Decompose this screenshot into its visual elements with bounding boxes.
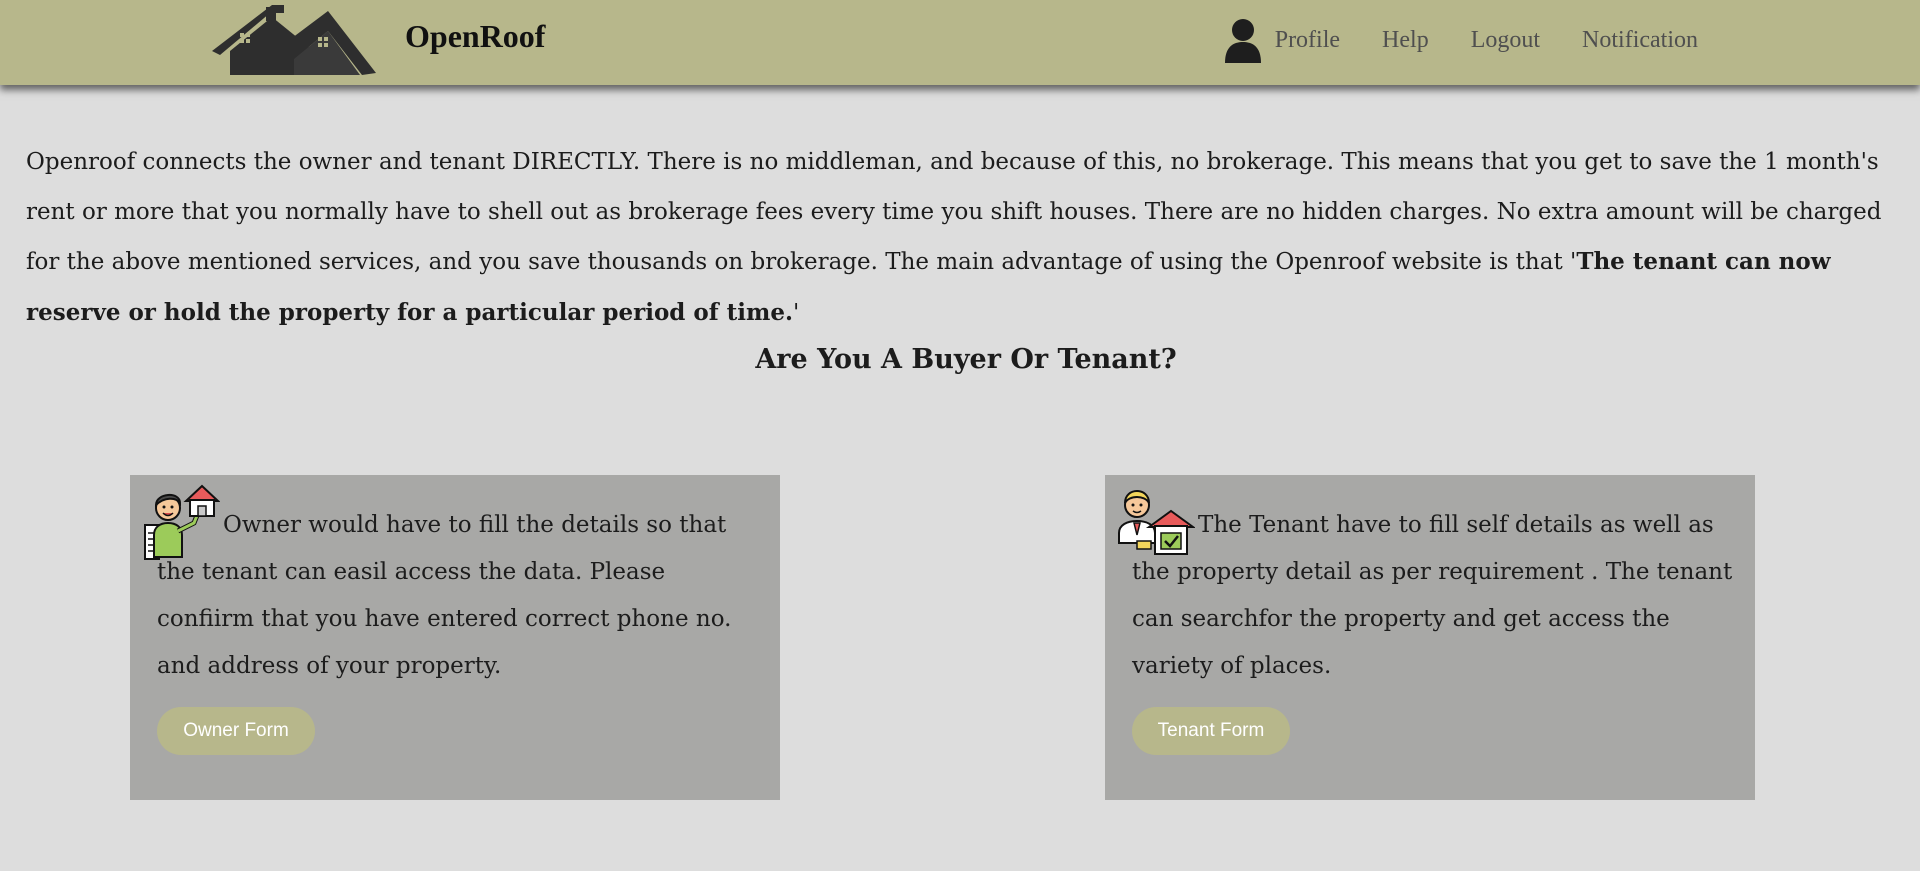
nav-profile[interactable]: Profile	[1275, 27, 1340, 54]
nav-logout[interactable]: Logout	[1471, 27, 1540, 54]
owner-form-button[interactable]: Owner Form	[157, 707, 315, 755]
user-icon[interactable]	[1223, 17, 1263, 63]
owner-description: Owner would have to fill the details so …	[157, 512, 732, 679]
house-roof-icon[interactable]	[210, 3, 378, 77]
brand-title[interactable]: OpenRoof	[405, 18, 545, 55]
nav-notification[interactable]: Notification	[1582, 27, 1698, 54]
nav-help[interactable]: Help	[1382, 27, 1429, 54]
tenant-form-button[interactable]: Tenant Form	[1132, 707, 1290, 755]
tenant-description: The Tenant have to fill self details as …	[1132, 512, 1733, 679]
intro-paragraph: Openroof connects the owner and tenant D…	[26, 138, 1894, 338]
section-heading: Are You A Buyer Or Tenant?	[755, 344, 1177, 375]
nav-links: Profile Help Logout Notification	[1223, 14, 1698, 66]
top-navbar: OpenRoof Profile Help Logout Notificatio…	[0, 0, 1920, 85]
tenant-card: The Tenant have to fill self details as …	[1105, 475, 1755, 800]
intro-closing: '	[792, 299, 800, 326]
owner-card: Owner would have to fill the details so …	[130, 475, 780, 800]
